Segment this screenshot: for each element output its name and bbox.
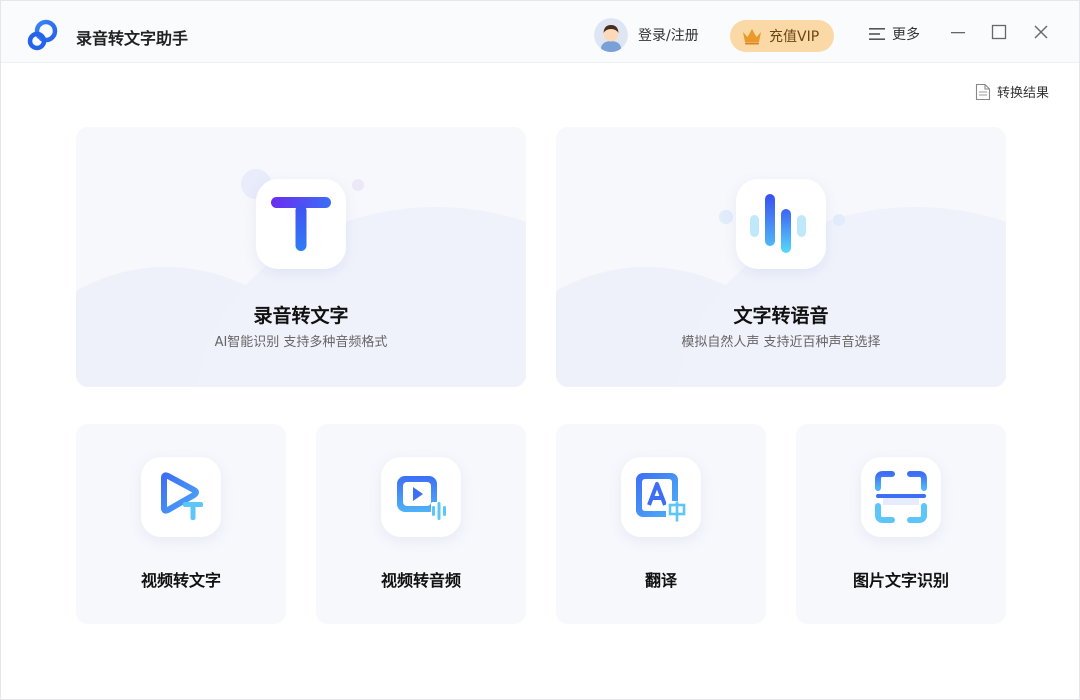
text-t-icon-box [256, 179, 346, 269]
feature-subtitle: 模拟自然人声 支持近百种声音选择 [681, 335, 881, 350]
maximize-icon[interactable] [990, 23, 1008, 41]
conversion-results-link[interactable]: 转换结果 [975, 82, 1049, 101]
feature-subtitle: AI智能识别 支持多种音频格式 [214, 335, 388, 350]
login-button[interactable]: 登录/注册 [594, 18, 699, 52]
scan-icon [875, 471, 927, 523]
tool-card-video-to-text[interactable]: 视频转文字 [76, 424, 286, 624]
avatar-icon [594, 18, 628, 52]
tool-title: 视频转文字 [140, 571, 221, 590]
feature-title: 录音转文字 [253, 305, 349, 327]
login-label: 登录/注册 [638, 28, 699, 44]
tool-card-translate[interactable]: 翻译 [556, 424, 766, 624]
crown-icon [743, 29, 761, 45]
vip-label: 充值VIP [769, 29, 820, 45]
close-icon[interactable] [1032, 23, 1050, 41]
decor-dot [719, 210, 733, 224]
document-icon [975, 83, 991, 100]
translate-icon [636, 473, 688, 523]
feature-title: 文字转语音 [733, 305, 829, 327]
feature-card-audio-to-text[interactable]: 录音转文字 AI智能识别 支持多种音频格式 [76, 127, 526, 387]
video-audio-icon-box [381, 457, 461, 537]
feature-card-text-to-speech[interactable]: 文字转语音 模拟自然人声 支持近百种声音选择 [556, 127, 1006, 387]
soundwave-icon-box [736, 179, 826, 269]
minimize-icon[interactable] [949, 23, 967, 41]
conversion-results-label: 转换结果 [997, 86, 1050, 101]
soundwave-icon [750, 194, 806, 253]
text-t-icon [271, 197, 331, 251]
decor-dot [833, 214, 845, 226]
tool-title: 图片文字识别 [852, 571, 949, 590]
scan-icon-box [861, 457, 941, 537]
tool-title: 视频转音频 [380, 571, 461, 590]
more-label: 更多 [892, 27, 920, 43]
tool-title: 翻译 [644, 571, 677, 590]
tool-card-video-to-audio[interactable]: 视频转音频 [316, 424, 526, 624]
more-menu-button[interactable]: 更多 [869, 24, 920, 44]
vip-recharge-button[interactable]: 充值VIP [730, 20, 834, 52]
app-logo-icon [27, 19, 58, 51]
translate-icon-box [621, 457, 701, 537]
title-bar: 录音转文字助手 登录/注册 充值VIP 更多 [1, 1, 1079, 63]
video-audio-icon [397, 476, 448, 520]
video-play-text-icon [161, 472, 203, 520]
tool-card-image-ocr[interactable]: 图片文字识别 [796, 424, 1006, 624]
menu-icon [869, 28, 885, 40]
app-title: 录音转文字助手 [76, 29, 189, 48]
app-window: 录音转文字助手 登录/注册 充值VIP 更多 转换结果 录音转文字 AI智能识别… [0, 0, 1080, 700]
video-play-text-icon-box [141, 457, 221, 537]
decor-dot [352, 179, 364, 191]
